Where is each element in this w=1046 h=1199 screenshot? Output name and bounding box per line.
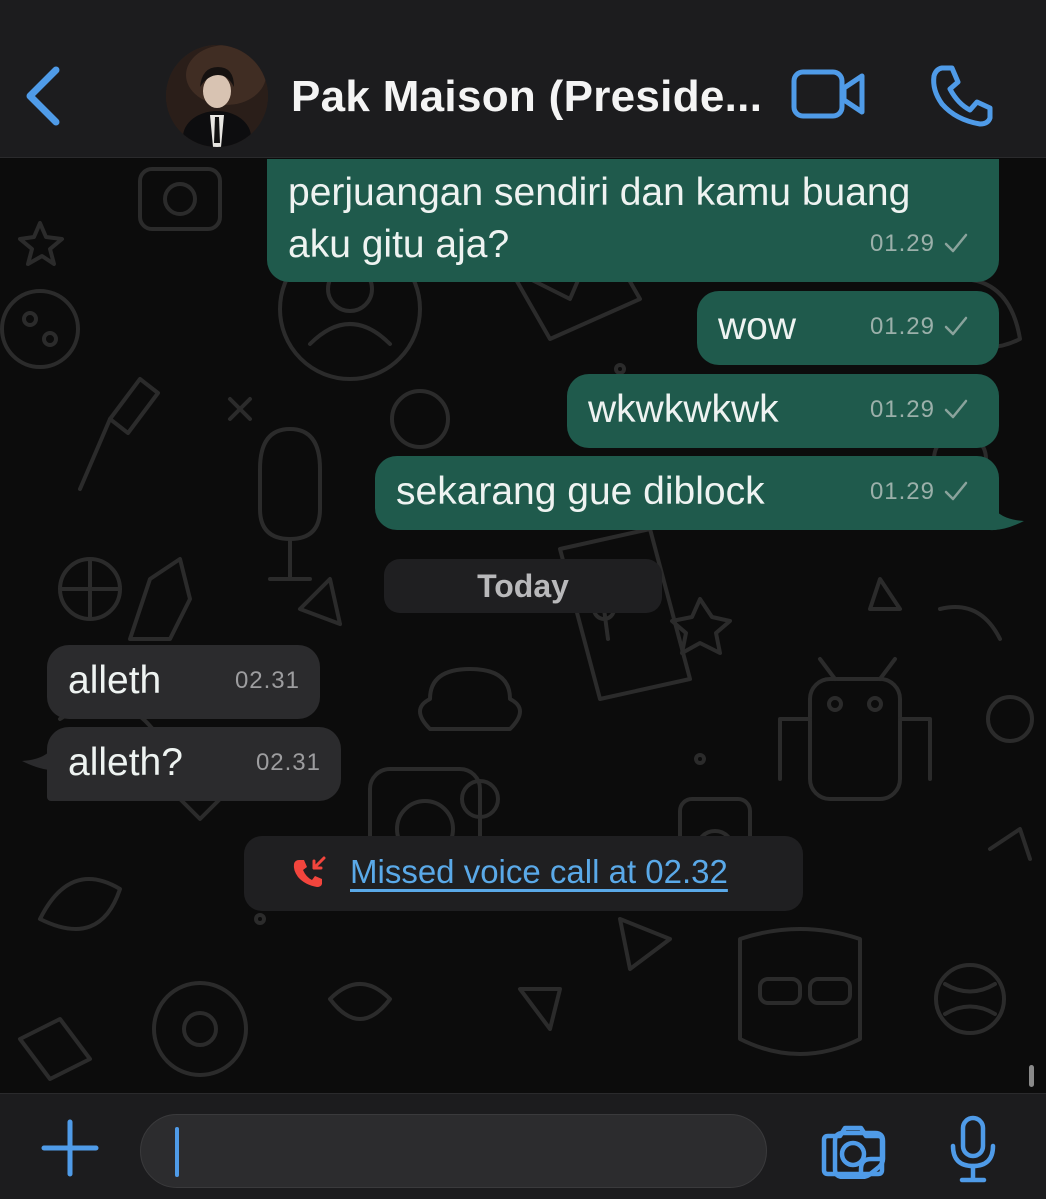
message-bubble-outgoing[interactable]: wow 01.29	[697, 291, 999, 365]
chat-area[interactable]: perjuangan sendiri dan kamu buang aku gi…	[0, 159, 1046, 1093]
back-button[interactable]	[20, 62, 70, 132]
plus-icon	[41, 1119, 99, 1177]
attach-button[interactable]	[38, 1116, 102, 1180]
missed-call-notice: Missed voice call at 02.32	[244, 836, 803, 911]
message-time: 02.31	[234, 667, 300, 694]
message-time: 01.29	[869, 313, 935, 340]
chat-header: Pak Maison (Preside...	[0, 0, 1046, 158]
contact-avatar[interactable]	[166, 45, 268, 147]
message-meta: 01.29	[870, 384, 969, 436]
camera-button[interactable]	[820, 1122, 886, 1178]
message-bubble-outgoing[interactable]: wkwkwkwk 01.29	[567, 374, 999, 448]
message-bubble-incoming[interactable]: alleth 02.31	[47, 645, 320, 719]
message-input[interactable]	[185, 1125, 685, 1179]
video-call-button[interactable]	[790, 66, 868, 124]
missed-call-icon	[293, 856, 326, 887]
day-separator: Today	[384, 559, 662, 613]
sent-check-icon	[944, 233, 968, 253]
missed-call-link[interactable]: Missed voice call at 02.32	[350, 852, 728, 892]
message-meta: 01.29	[870, 301, 969, 353]
message-text: perjuangan sendiri dan kamu buang	[288, 171, 911, 214]
sent-check-icon	[944, 399, 968, 419]
camera-icon	[821, 1125, 885, 1177]
sent-check-icon	[944, 316, 968, 336]
microphone-button[interactable]	[948, 1114, 998, 1186]
message-bubble-incoming[interactable]: alleth? 02.31	[47, 727, 341, 801]
scrollbar[interactable]	[1029, 1065, 1034, 1087]
bubble-tail-outgoing	[990, 499, 1024, 531]
phone-icon	[931, 65, 993, 127]
avatar-image	[166, 45, 268, 147]
chevron-left-icon	[26, 66, 60, 126]
composer-bar	[0, 1093, 1046, 1199]
microphone-icon	[950, 1115, 996, 1183]
message-time: 01.29	[869, 478, 935, 505]
video-camera-icon	[791, 69, 865, 119]
contact-name[interactable]: Pak Maison (Preside...	[291, 72, 762, 122]
message-time: 01.29	[869, 396, 935, 423]
text-cursor	[175, 1127, 179, 1177]
voice-call-button[interactable]	[928, 62, 996, 128]
message-meta: 01.29	[870, 466, 969, 518]
message-input-box[interactable]	[140, 1114, 886, 1188]
message-time: 02.31	[255, 749, 321, 776]
message-time: 01.29	[869, 230, 935, 257]
message-bubble-outgoing[interactable]: sekarang gue diblock 01.29	[375, 456, 999, 530]
message-meta: 01.29	[870, 218, 969, 270]
sent-check-icon	[944, 481, 968, 501]
message-bubble-outgoing[interactable]: perjuangan sendiri dan kamu buang aku gi…	[267, 159, 999, 282]
